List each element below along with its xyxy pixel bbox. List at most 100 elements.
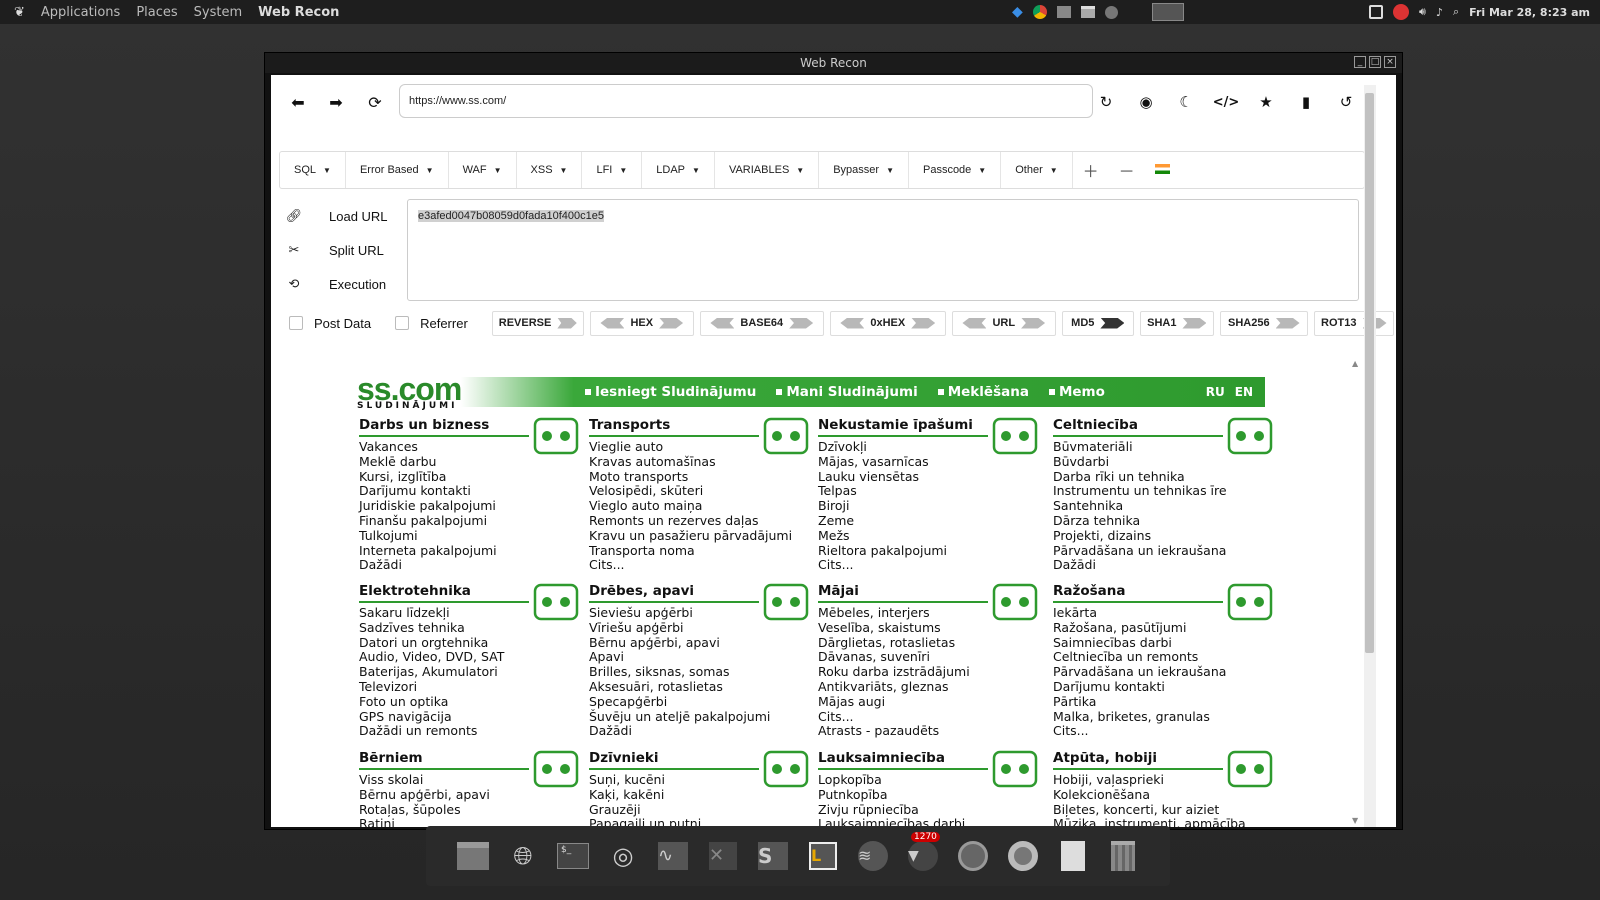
refresh-icon[interactable]: ↻ xyxy=(1091,87,1121,117)
category-link[interactable]: Santehnika xyxy=(1053,498,1283,514)
category-link[interactable]: Pārtika xyxy=(1053,694,1283,710)
category-link[interactable]: Dārza tehnika xyxy=(1053,513,1283,529)
maximize-icon[interactable]: □ xyxy=(1369,56,1381,68)
toggle-icon[interactable]: ◉ xyxy=(1131,87,1161,117)
scrollbar-thumb[interactable] xyxy=(1365,93,1374,653)
firefox-icon[interactable] xyxy=(955,838,991,874)
category-link[interactable]: Dažādi xyxy=(1053,558,1283,573)
lang-ru[interactable]: RU xyxy=(1206,385,1225,399)
category-link[interactable]: Roku darba izstrādājumi xyxy=(818,664,1048,680)
category-link[interactable]: Juridiskie pakalpojumi xyxy=(359,498,589,514)
files-launcher-icon[interactable] xyxy=(1056,6,1071,18)
lang-en[interactable]: EN xyxy=(1235,385,1253,399)
terminal-icon[interactable]: $_ xyxy=(555,838,591,874)
category-link[interactable]: Kursi, izglītība xyxy=(359,469,589,485)
menu-xss[interactable]: XSS ▼ xyxy=(517,152,583,188)
category-link[interactable]: Transporta noma xyxy=(589,543,819,559)
window-scrollbar[interactable] xyxy=(1364,85,1376,827)
category-link[interactable]: Dažādi xyxy=(589,724,819,739)
taskbar-window-web-recon[interactable] xyxy=(1152,3,1184,21)
window-titlebar[interactable]: Web Recon _ □ × xyxy=(265,53,1402,73)
category-link[interactable]: Antikvariāts, gleznas xyxy=(818,679,1048,695)
category-link[interactable]: Atrasts - pazaudēts xyxy=(818,724,1048,739)
sha256-button[interactable]: SHA256 xyxy=(1219,310,1308,336)
minus-icon[interactable]: － xyxy=(1109,158,1145,182)
category-link[interactable]: Saimniecības darbi xyxy=(1053,635,1283,651)
category-link[interactable]: Bērnu apģērbi, apavi xyxy=(589,635,819,651)
category-link[interactable]: Vieglo auto maiņa xyxy=(589,498,819,514)
category-link[interactable]: Foto un optika xyxy=(359,694,589,710)
menu-other[interactable]: Other ▼ xyxy=(1001,152,1073,188)
bookmark-icon[interactable]: ▮ xyxy=(1291,87,1321,117)
mail-icon[interactable]: 1270 ▼ xyxy=(905,832,941,874)
reload-button[interactable]: ⟳ xyxy=(360,87,390,117)
category-link[interactable]: Finanšu pakalpojumi xyxy=(359,513,589,529)
close-icon[interactable]: × xyxy=(1384,56,1396,68)
globe-icon[interactable]: 🌐︎ xyxy=(505,838,541,874)
category-link[interactable]: Brilles, siksnas, somas xyxy=(589,664,819,680)
category-link[interactable]: Darījumu kontakti xyxy=(1053,679,1283,695)
execution-button[interactable]: ⟲ Execution xyxy=(279,267,404,301)
category-title[interactable]: Drēbes, apavi xyxy=(589,583,759,603)
category-link[interactable]: Apavi xyxy=(589,650,819,665)
category-link[interactable]: Pārvadāšana un iekraušana xyxy=(1053,543,1283,559)
category-link[interactable]: Specapģērbi xyxy=(589,694,819,710)
category-link[interactable]: Cits... xyxy=(589,558,819,573)
reverse-button[interactable]: REVERSE xyxy=(491,310,584,336)
category-link[interactable]: Šuvēju un ateljē pakalpojumi xyxy=(589,709,819,725)
sha1-button[interactable]: SHA1 xyxy=(1139,310,1214,336)
category-link[interactable]: Dažādi xyxy=(359,558,589,573)
category-link[interactable]: Instrumentu un tehnikas īre xyxy=(1053,484,1283,499)
payload-textarea[interactable]: e3afed0047b08059d0fada10f400c1e5 xyxy=(407,199,1359,301)
menu-system[interactable]: System xyxy=(194,5,242,20)
notification-icon[interactable] xyxy=(1393,4,1409,20)
category-link[interactable]: Rieltora pakalpojumi xyxy=(818,543,1048,559)
close-app-icon[interactable]: ✕ xyxy=(705,838,741,874)
category-link[interactable]: Celtniecība un remonts xyxy=(1053,650,1283,665)
menu-places[interactable]: Places xyxy=(136,5,177,20)
file-manager-icon[interactable] xyxy=(455,838,491,874)
india-flag-icon[interactable] xyxy=(1145,161,1180,179)
category-link[interactable]: Mežs xyxy=(818,528,1048,544)
menu-ldap[interactable]: LDAP ▼ xyxy=(642,152,715,188)
category-link[interactable]: Rotaļas, šūpoles xyxy=(359,802,589,818)
menu-passcode[interactable]: Passcode ▼ xyxy=(909,152,1002,188)
url-input[interactable]: https://www.ss.com/ xyxy=(399,84,1093,118)
moon-icon[interactable]: ☾ xyxy=(1171,87,1201,117)
category-link[interactable]: Lauku viensētas xyxy=(818,469,1048,485)
scroll-down-icon[interactable]: ▼ xyxy=(1352,816,1358,825)
category-title[interactable]: Celtniecība xyxy=(1053,417,1223,437)
monitor-graph-icon[interactable]: ∿ xyxy=(655,838,691,874)
rot13-button[interactable]: ROT13 xyxy=(1313,310,1394,336)
category-title[interactable]: Atpūta, hobiji xyxy=(1053,750,1223,770)
history-icon[interactable]: ↺ xyxy=(1331,87,1361,117)
category-title[interactable]: Transports xyxy=(589,417,759,437)
menu-bypasser[interactable]: Bypasser ▼ xyxy=(819,152,909,188)
category-link[interactable]: Cits... xyxy=(818,709,1048,725)
plus-icon[interactable]: ＋ xyxy=(1073,158,1109,182)
base64-button[interactable]: BASE64 xyxy=(699,310,824,336)
category-link[interactable]: Dāvanas, suvenīri xyxy=(818,650,1048,665)
sublime-icon[interactable]: S xyxy=(755,838,791,874)
code-icon[interactable]: </> xyxy=(1211,87,1241,117)
category-title[interactable]: Elektrotehnika xyxy=(359,583,529,603)
category-title[interactable]: Dzīvnieki xyxy=(589,750,759,770)
search-icon[interactable]: ⌕ xyxy=(1453,5,1459,19)
nav-my-ads[interactable]: Mani Sludinājumi xyxy=(762,384,917,400)
category-link[interactable]: Interneta pakalpojumi xyxy=(359,543,589,559)
screen-icon[interactable] xyxy=(1369,5,1383,19)
scroll-up-icon[interactable]: ▲ xyxy=(1352,359,1358,368)
category-title[interactable]: Ražošana xyxy=(1053,583,1223,603)
vscode-launcher-icon[interactable]: ◆ xyxy=(1012,4,1023,20)
category-link[interactable]: Remonts un rezerves daļas xyxy=(589,513,819,529)
category-link[interactable]: Audio, Video, DVD, SAT xyxy=(359,650,589,665)
category-link[interactable]: Zeme xyxy=(818,513,1048,529)
menu-applications[interactable]: Applications xyxy=(41,5,120,20)
nav-submit-ad[interactable]: Iesniegt Sludinājumu xyxy=(571,384,756,400)
post-data-checkbox[interactable] xyxy=(289,316,303,330)
category-link[interactable]: Malka, briketes, granulas xyxy=(1053,709,1283,725)
0xhex-button[interactable]: 0xHEX xyxy=(829,310,946,336)
category-link[interactable]: Baterijas, Akumulatori xyxy=(359,664,589,680)
star-icon[interactable]: ★ xyxy=(1251,87,1281,117)
nav-search[interactable]: Meklēšana xyxy=(924,384,1029,400)
